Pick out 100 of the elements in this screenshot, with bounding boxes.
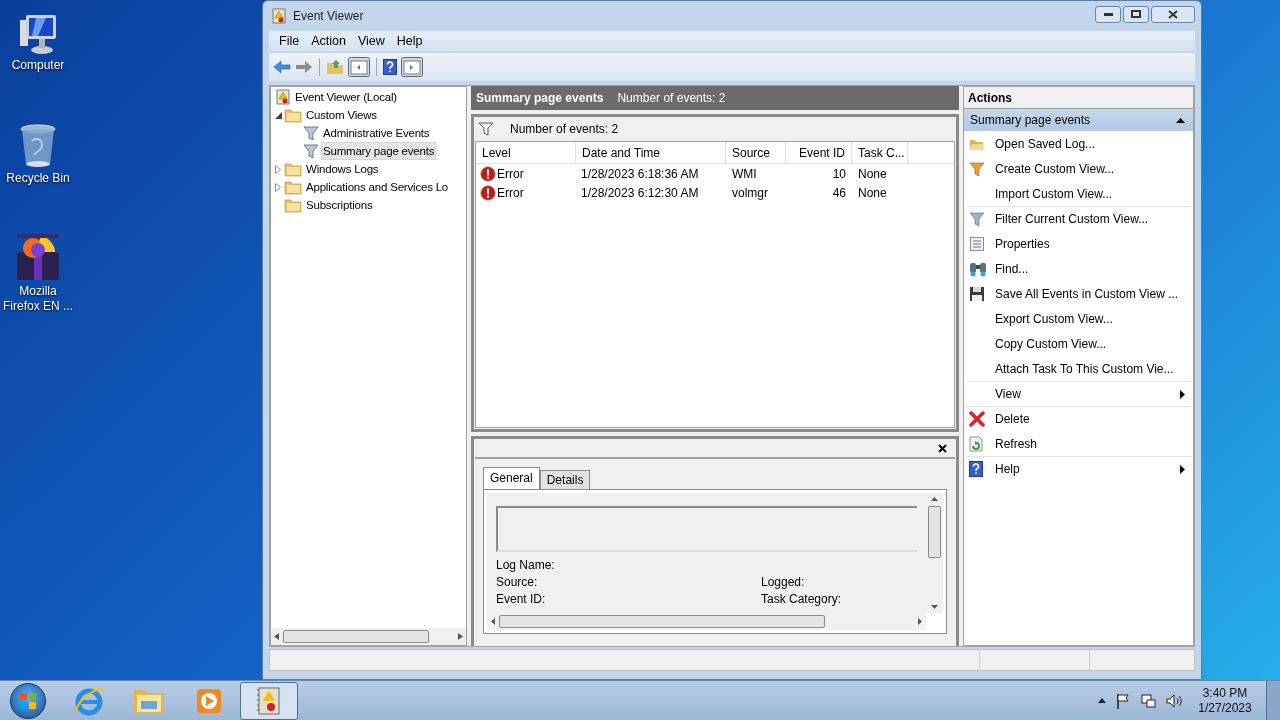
expand-arrow-icon[interactable] (275, 182, 281, 192)
field-label: Logged: (761, 575, 806, 589)
task-link[interactable]: Copy Custom View... (966, 331, 1191, 356)
menu-item[interactable]: Action (305, 31, 352, 51)
funnel-icon (969, 211, 985, 227)
field-label: Event ID: (496, 592, 547, 606)
windows-logo-icon (19, 691, 37, 710)
actions-title: Actions (964, 87, 1193, 109)
folder-icon (284, 107, 302, 123)
gift-box-icon (15, 232, 61, 282)
tree-item[interactable]: Administrative Events (321, 124, 432, 142)
event-viewer-icon[interactable] (256, 685, 282, 716)
scroll-up-icon[interactable] (931, 497, 938, 501)
task-link[interactable]: Export Custom View... (966, 306, 1191, 331)
close-icon[interactable] (938, 443, 947, 453)
collapse-arrow-icon[interactable] (1176, 117, 1185, 123)
table-cell-text: volmgr (731, 184, 769, 202)
task-link[interactable]: Refresh (966, 431, 1191, 456)
task-link[interactable]: Open Saved Log... (966, 131, 1191, 156)
close-button[interactable] (1151, 5, 1195, 23)
menu-item[interactable]: File (273, 31, 306, 51)
tree-item[interactable]: Subscriptions (304, 196, 375, 214)
desktop-icon-label[interactable]: Recycle Bin (2, 171, 74, 186)
funnel-icon (478, 122, 494, 136)
network-icon[interactable] (1140, 692, 1156, 709)
help-icon (969, 461, 983, 477)
field-label: Log Name: (496, 558, 556, 572)
minimize-icon (1103, 12, 1113, 16)
folder-icon (284, 161, 302, 177)
field-label: Task Category: (761, 592, 843, 606)
show-pane-icon[interactable] (348, 57, 370, 77)
event-viewer-icon (271, 8, 287, 24)
tab[interactable]: Details (539, 470, 591, 489)
folder-icon (284, 179, 302, 195)
maximize-button[interactable] (1123, 5, 1149, 23)
scroll-right-icon[interactable] (918, 618, 922, 625)
tree-item[interactable]: Windows Logs (304, 160, 381, 178)
close-icon (1168, 9, 1178, 19)
back-arrow-icon[interactable] (273, 59, 291, 75)
funnel-icon (303, 143, 319, 159)
task-link[interactable]: Find... (966, 256, 1191, 281)
desktop-icon-label[interactable]: Computer (2, 58, 74, 73)
column-header[interactable]: Source (726, 142, 786, 163)
start-button[interactable] (10, 682, 46, 719)
desktop-icon-label[interactable]: Mozilla Firefox EN ... (2, 284, 74, 314)
expand-arrow-icon[interactable] (275, 164, 281, 174)
section-header[interactable]: Summary page events (964, 109, 1193, 131)
event-row[interactable]: Error 1/28/2023 6:18:36 AM WMI 10 None (476, 164, 954, 183)
event-viewer-icon (275, 89, 291, 105)
column-header[interactable]: Date and Time (576, 142, 726, 163)
scroll-down-icon[interactable] (931, 605, 938, 609)
filter-summary: Number of events: 2 (510, 121, 619, 138)
scrollbar-thumb[interactable] (283, 630, 429, 643)
scroll-right-icon[interactable] (458, 633, 463, 640)
column-header[interactable]: Event ID (786, 142, 852, 163)
scroll-left-icon[interactable] (491, 618, 495, 625)
scrollbar-thumb[interactable] (499, 615, 825, 628)
speaker-icon[interactable] (1166, 693, 1182, 708)
task-link[interactable]: Attach Task To This Custom Vie... (966, 356, 1191, 381)
tab[interactable]: General (483, 467, 540, 489)
task-link[interactable]: Save All Events in Custom View ... (966, 281, 1191, 306)
forward-arrow-icon[interactable] (295, 59, 313, 75)
error-icon (480, 184, 496, 201)
task-link[interactable]: Import Custom View... (966, 181, 1191, 206)
table-cell-text: 1/28/2023 6:18:36 AM (580, 165, 700, 183)
help-icon (383, 59, 397, 75)
clock-date[interactable]: 1/27/2023 (1198, 700, 1252, 716)
event-row[interactable]: Error 1/28/2023 6:12:30 AM volmgr 46 None (476, 183, 954, 202)
folder-icon (284, 197, 302, 213)
collapse-arrow-icon[interactable] (274, 111, 282, 119)
tree-item[interactable]: Custom Views (304, 106, 379, 124)
column-header[interactable]: Level (476, 142, 576, 163)
tree-item[interactable]: Summary page events (321, 142, 437, 160)
task-link[interactable]: Help (966, 456, 1191, 481)
section-title: Summary page events (970, 112, 1091, 129)
tree-item[interactable]: Applications and Services Lo (304, 178, 451, 196)
task-link[interactable]: Delete (966, 406, 1191, 431)
show-hidden-icons-icon[interactable] (1098, 698, 1106, 703)
table-cell-text: None (857, 165, 888, 183)
menu-item[interactable]: Help (390, 31, 429, 51)
table-cell-text: None (857, 184, 888, 202)
scroll-left-icon[interactable] (274, 633, 279, 640)
scrollbar-thumb[interactable] (928, 506, 941, 558)
task-link[interactable]: Filter Current Custom View... (966, 206, 1191, 231)
table-cell-text: 1/28/2023 6:12:30 AM (580, 184, 700, 202)
binoculars-icon (969, 261, 987, 277)
task-link[interactable]: View (966, 381, 1191, 406)
table-cell-text: 10 (831, 165, 847, 183)
menu-item[interactable]: View (351, 31, 391, 51)
minimize-button[interactable] (1095, 5, 1121, 23)
column-header[interactable]: Task C... (852, 142, 908, 163)
pane-title: Summary page events (476, 90, 604, 107)
task-link[interactable]: Properties (966, 231, 1191, 256)
show-pane-icon[interactable] (401, 57, 423, 77)
table-cell-text: Error (497, 165, 524, 183)
funnel-icon (303, 125, 319, 141)
flag-icon[interactable] (1116, 692, 1130, 709)
clock-time[interactable]: 3:40 PM (1202, 685, 1248, 701)
task-link[interactable]: Create Custom View... (966, 156, 1191, 181)
tree-item[interactable]: Event Viewer (Local) (293, 88, 399, 106)
